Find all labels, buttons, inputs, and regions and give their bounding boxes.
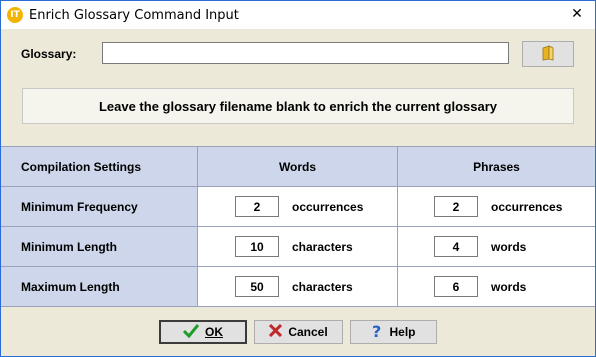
unit-label: occurrences (491, 199, 563, 214)
svg-text:?: ? (372, 323, 381, 339)
unit-label: characters (292, 239, 353, 254)
settings-header-row: Compilation Settings Words Phrases (1, 147, 595, 187)
row-minimum-frequency: Minimum Frequency occurrences occurrence… (1, 187, 595, 227)
folder-icon (541, 44, 555, 64)
min-frequency-phrases-input[interactable] (434, 196, 478, 217)
unit-label: words (491, 239, 527, 254)
words-setting-cell: characters (198, 267, 398, 306)
row-minimum-length: Minimum Length characters words (1, 227, 595, 267)
row-label: Maximum Length (1, 267, 198, 306)
min-length-phrases-input[interactable] (434, 236, 478, 257)
unit-label: words (491, 279, 527, 294)
info-panel: Leave the glossary filename blank to enr… (22, 88, 574, 124)
max-length-words-input[interactable] (235, 276, 279, 297)
row-label: Minimum Frequency (1, 187, 198, 226)
cancel-label: Cancel (288, 325, 328, 339)
row-label: Minimum Length (1, 227, 198, 266)
min-length-words-input[interactable] (235, 236, 279, 257)
ok-label: OK (205, 325, 223, 339)
header-phrases: Phrases (473, 159, 520, 174)
app-logo-icon: IT (7, 7, 23, 23)
help-label: Help (389, 325, 416, 339)
browse-button[interactable] (522, 41, 574, 67)
max-length-phrases-input[interactable] (434, 276, 478, 297)
phrases-setting-cell: words (398, 267, 595, 306)
checkmark-icon (182, 323, 205, 341)
window-title: Enrich Glossary Command Input (29, 7, 239, 23)
question-mark-icon: ? (371, 322, 389, 342)
title-bar: IT Enrich Glossary Command Input ✕ (1, 1, 595, 29)
row-maximum-length: Maximum Length characters words (1, 267, 595, 307)
close-button[interactable]: ✕ (569, 6, 585, 22)
min-frequency-words-input[interactable] (235, 196, 279, 217)
unit-label: occurrences (292, 199, 364, 214)
settings-grid: Compilation Settings Words Phrases Minim… (1, 146, 595, 307)
glossary-input[interactable] (102, 42, 509, 64)
help-button[interactable]: ? Help (350, 320, 437, 344)
glossary-label: Glossary: (21, 47, 77, 61)
cancel-button[interactable]: Cancel (254, 320, 343, 344)
cancel-x-icon (269, 323, 288, 340)
info-message: Leave the glossary filename blank to enr… (98, 98, 498, 114)
ok-button[interactable]: OK (159, 320, 247, 344)
words-setting-cell: characters (198, 227, 398, 266)
button-bar: OK Cancel ? Help (1, 309, 595, 356)
dialog-window: IT Enrich Glossary Command Input ✕ Gloss… (0, 0, 596, 357)
phrases-setting-cell: words (398, 227, 595, 266)
words-setting-cell: occurrences (198, 187, 398, 226)
header-compilation-settings: Compilation Settings (1, 147, 198, 186)
unit-label: characters (292, 279, 353, 294)
phrases-setting-cell: occurrences (398, 187, 595, 226)
header-words: Words (198, 147, 398, 186)
